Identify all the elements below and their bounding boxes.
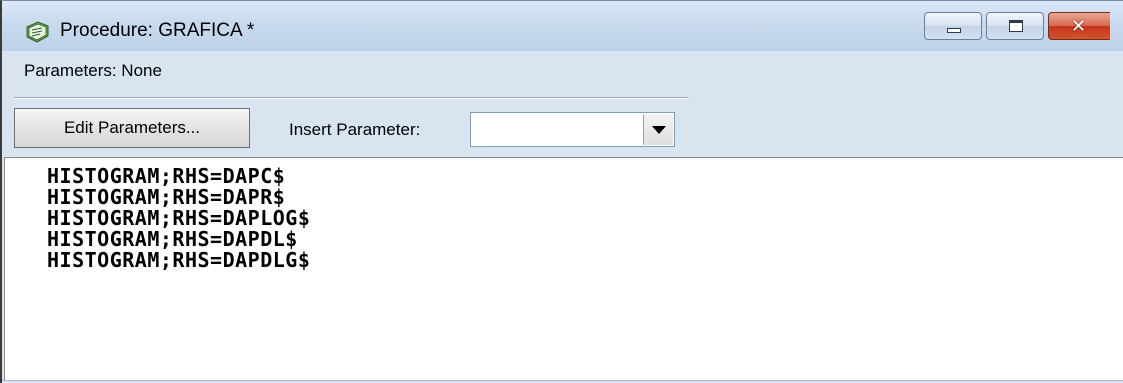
close-button[interactable]: ✕ (1048, 12, 1110, 40)
caption-buttons: ✕ (924, 12, 1110, 42)
dropdown-button[interactable] (643, 114, 673, 145)
procedure-editor[interactable]: HISTOGRAM;RHS=DAPC$ HISTOGRAM;RHS=DAPR$ … (4, 157, 1123, 383)
maximize-button[interactable] (986, 12, 1044, 40)
insert-parameter-label: Insert Parameter: (289, 120, 421, 139)
procedure-document-icon (24, 21, 50, 43)
code-line[interactable]: HISTOGRAM;RHS=DAPDLG$ (47, 250, 310, 271)
chevron-down-icon (652, 126, 666, 134)
minimize-button[interactable] (924, 12, 982, 40)
procedure-window: Procedure: GRAFICA * ✕ Parameters: None … (0, 0, 1123, 383)
window-title: Procedure: GRAFICA * (60, 20, 255, 41)
code-lines: HISTOGRAM;RHS=DAPC$ HISTOGRAM;RHS=DAPR$ … (47, 166, 310, 271)
parameters-row: Parameters: None (2, 51, 1123, 99)
parameter-toolbar: Edit Parameters... Insert Parameter: (2, 99, 1123, 157)
maximize-icon (1009, 20, 1023, 32)
code-line[interactable]: HISTOGRAM;RHS=DAPDL$ (47, 229, 310, 250)
close-icon: ✕ (1071, 16, 1087, 37)
code-line[interactable]: HISTOGRAM;RHS=DAPLOG$ (47, 208, 310, 229)
parameters-label: Parameters: None (24, 61, 162, 80)
code-line[interactable]: HISTOGRAM;RHS=DAPC$ (47, 166, 310, 187)
minimize-icon (947, 28, 961, 33)
insert-parameter-dropdown[interactable] (470, 112, 675, 147)
code-line[interactable]: HISTOGRAM;RHS=DAPR$ (47, 187, 310, 208)
title-bar[interactable]: Procedure: GRAFICA * ✕ (2, 1, 1123, 51)
edit-parameters-button[interactable]: Edit Parameters... (14, 108, 250, 148)
